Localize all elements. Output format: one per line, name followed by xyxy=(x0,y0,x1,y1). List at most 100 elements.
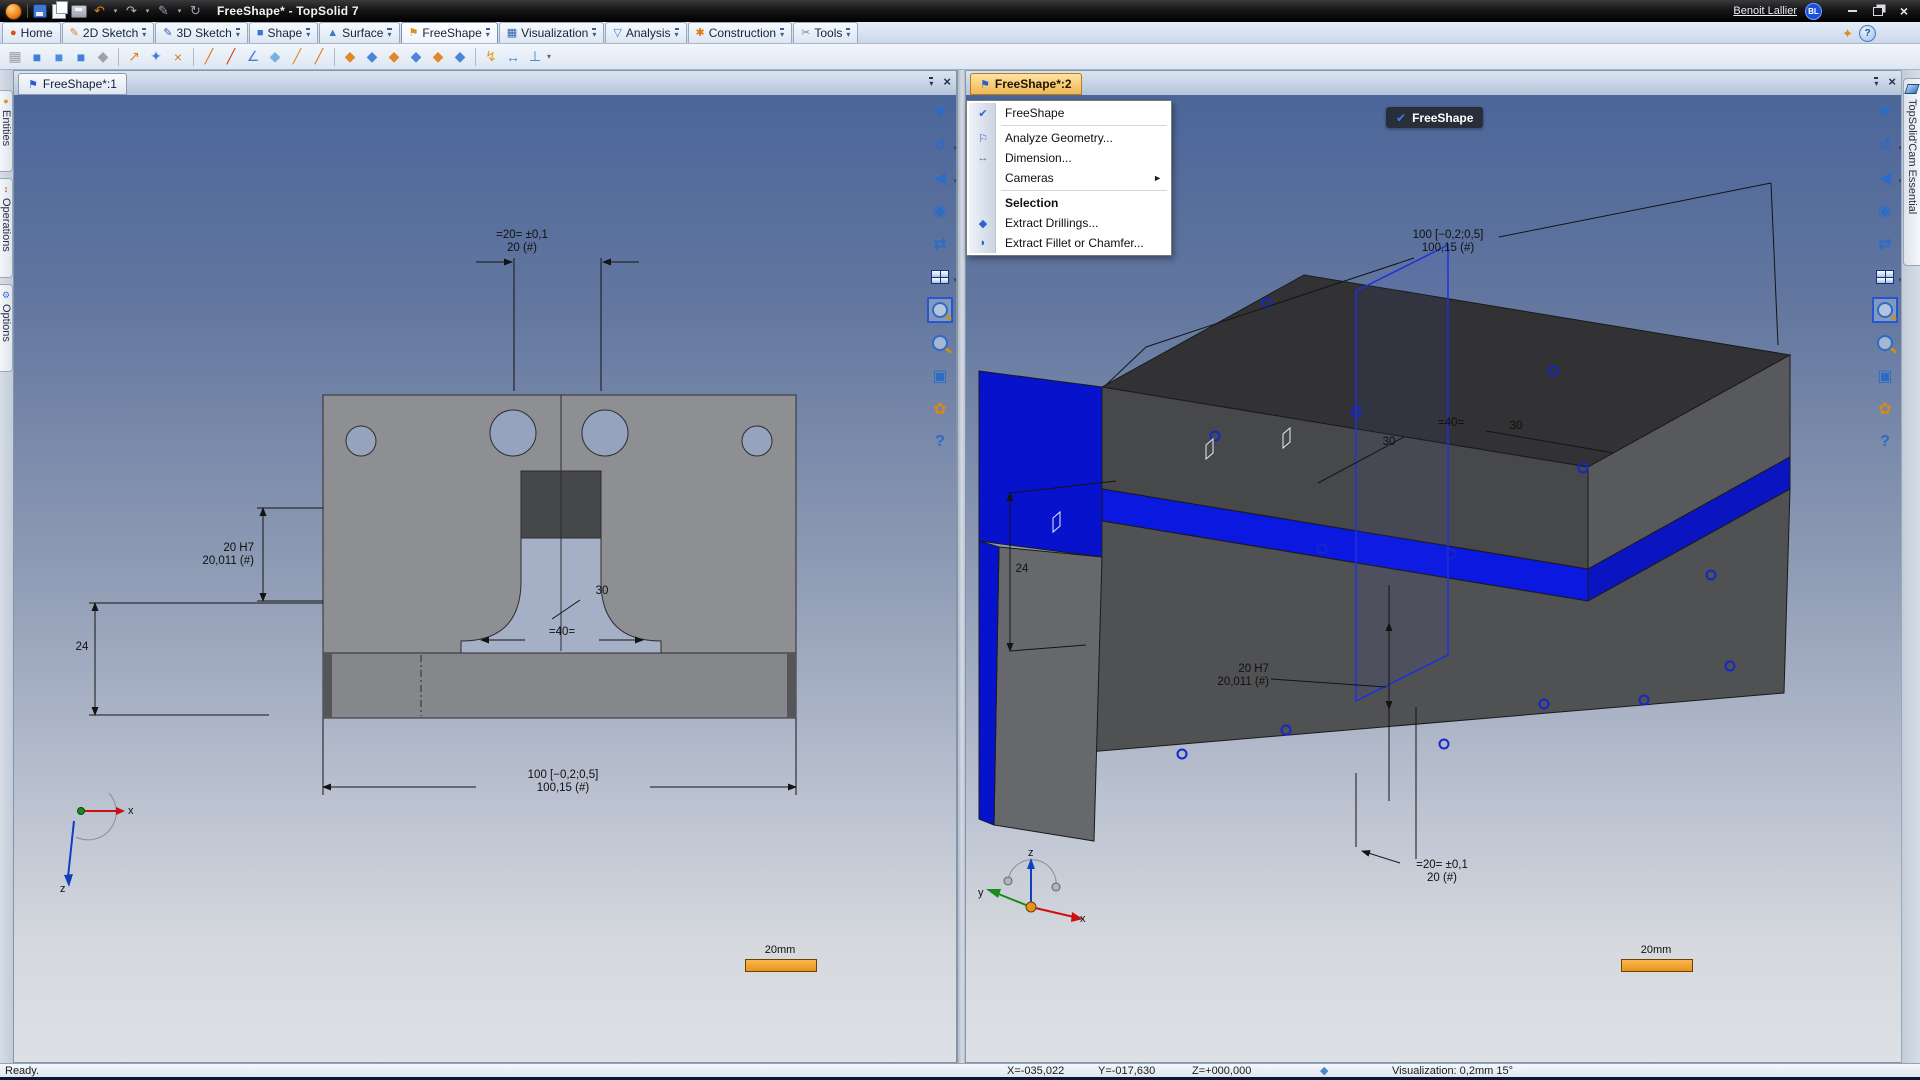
user-account-link[interactable]: Benoit Lallier xyxy=(1733,5,1797,17)
orbit-icon[interactable]: ↺ ▾ xyxy=(927,132,956,158)
pan-icon[interactable]: ✚ xyxy=(927,99,953,125)
render-style-icon[interactable]: ✿ xyxy=(1872,396,1898,422)
dropdown-icon[interactable]: ▾ xyxy=(953,144,956,152)
clip-box-icon[interactable]: ▣ xyxy=(1872,363,1898,389)
document-tab-freeshape-1[interactable]: ⚑ FreeShape*:1 xyxy=(18,73,127,95)
tab-3d-sketch[interactable]: ✎ 3D Sketch ▾ xyxy=(155,22,248,43)
dropdown-icon[interactable]: ▾ xyxy=(953,276,956,284)
plane-by-line-icon[interactable]: ◆ xyxy=(264,46,286,68)
orbit-icon[interactable]: ↺ ▾ xyxy=(1872,132,1901,158)
construction-line-icon[interactable]: ╱ xyxy=(308,46,330,68)
tab-2d-sketch[interactable]: ✎ 2D Sketch ▾ xyxy=(61,22,155,43)
revolve-shape-icon[interactable]: ■ xyxy=(48,46,70,68)
perpendicular-constraint-icon[interactable]: ⊥ xyxy=(524,46,546,68)
menu-item-extract-fillet-or-chamfer[interactable]: ◗ Extract Fillet or Chamfer... xyxy=(969,233,1169,253)
zoom-window-icon[interactable] xyxy=(927,297,953,323)
help-icon[interactable]: ? xyxy=(1872,429,1898,455)
remove-material-icon[interactable]: ◆ xyxy=(92,46,114,68)
print-icon[interactable] xyxy=(71,4,87,18)
tab-menu-chevron-icon[interactable]: ▾ xyxy=(235,28,240,39)
tab-menu-chevron-icon[interactable]: ▾ xyxy=(306,28,311,39)
plane-through-icon[interactable]: ◆ xyxy=(427,46,449,68)
document-tab-freeshape-2[interactable]: ⚑ FreeShape*:2 xyxy=(970,73,1082,95)
zoom-icon[interactable] xyxy=(927,330,953,356)
viewport-1-canvas[interactable]: =20= ±0,1 20 (#) 20 H7 20,011 (#) 24 30 =4… xyxy=(14,95,956,1062)
viewport-layout-icon[interactable]: ▾ xyxy=(927,264,956,290)
visualization-status[interactable]: Visualization: 0,2mm 15° xyxy=(1392,1065,1513,1077)
redo-menu-icon[interactable]: ▾ xyxy=(144,7,151,15)
shape-preview-icon[interactable]: ▦ xyxy=(4,46,26,68)
panel-tab-topsolid-cam[interactable]: TopSolid'Cam Essential xyxy=(1903,78,1920,266)
visualization-cube-icon[interactable]: ◆ xyxy=(1320,1064,1328,1077)
panel-tab-options[interactable]: ⚙ Options xyxy=(0,284,13,372)
clip-box-icon[interactable]: ▣ xyxy=(927,363,953,389)
line-icon[interactable]: ╱ xyxy=(198,46,220,68)
pen-icon[interactable]: ✎ xyxy=(156,3,171,19)
tab-visualization[interactable]: ▦ Visualization ▾ xyxy=(498,22,605,43)
tab-menu-chevron-icon[interactable]: ▾ xyxy=(485,28,490,39)
offset-line-icon[interactable]: ╱ xyxy=(286,46,308,68)
viewport-close-icon[interactable]: × xyxy=(1888,75,1896,88)
menu-item-dimension[interactable]: ↔ Dimension... xyxy=(969,148,1169,168)
viewport-close-icon[interactable]: × xyxy=(943,75,951,88)
panel-tab-operations[interactable]: ↕ Operations xyxy=(0,178,13,278)
topsolid-logo-icon[interactable] xyxy=(5,2,22,20)
render-style-icon[interactable]: ✿ xyxy=(927,396,953,422)
tab-menu-chevron-icon[interactable]: ▾ xyxy=(846,28,851,39)
loft-shape-icon[interactable]: ■ xyxy=(70,46,92,68)
menu-item-freeshape[interactable]: ✔ FreeShape xyxy=(969,103,1169,123)
menu-item-extract-drillings[interactable]: ◆ Extract Drillings... xyxy=(969,213,1169,233)
tab-freeshape[interactable]: ⚑ FreeShape ▾ xyxy=(400,22,498,43)
tab-menu-chevron-icon[interactable]: ▾ xyxy=(674,28,679,39)
view-direction-icon[interactable]: ◀ ▾ xyxy=(1872,165,1901,191)
point-icon[interactable]: ✦ xyxy=(145,46,167,68)
flip-view-icon[interactable]: ⇄ xyxy=(927,231,953,257)
assistant-icon[interactable]: ✦ xyxy=(1842,26,1853,42)
redo-icon[interactable]: ↷ xyxy=(124,3,139,19)
help-icon[interactable]: ? xyxy=(927,429,953,455)
flip-view-icon[interactable]: ⇄ xyxy=(1872,231,1898,257)
menu-item-cameras[interactable]: Cameras ► xyxy=(969,168,1169,188)
view-direction-icon[interactable]: ◀ ▾ xyxy=(927,165,956,191)
angle-line-icon[interactable]: ∠ xyxy=(242,46,264,68)
refresh-icon[interactable]: ↻ xyxy=(188,3,203,19)
pan-icon[interactable]: ✚ xyxy=(1872,99,1898,125)
toolbar-more-icon[interactable]: ▾ xyxy=(547,52,551,61)
intersection-icon[interactable]: × xyxy=(167,46,189,68)
tab-tools[interactable]: ✂ Tools ▾ xyxy=(793,22,859,43)
swept-plane-icon[interactable]: ◆ xyxy=(449,46,471,68)
distance-dimension-icon[interactable]: ↔ xyxy=(502,46,524,68)
inclined-plane-icon[interactable]: ◆ xyxy=(405,46,427,68)
undo-menu-icon[interactable]: ▾ xyxy=(112,7,119,15)
dropdown-icon[interactable]: ▾ xyxy=(953,177,956,185)
minimize-button[interactable] xyxy=(1844,4,1860,18)
panel-tab-entities[interactable]: ● Entities xyxy=(0,90,13,172)
tab-analysis[interactable]: ▽ Analysis ▾ xyxy=(605,22,687,43)
viewport-layout-icon[interactable]: ▾ xyxy=(1872,264,1901,290)
viewport-menu-icon[interactable]: ▾ xyxy=(1874,76,1879,87)
close-button[interactable]: × xyxy=(1896,3,1912,19)
tab-menu-chevron-icon[interactable]: ▾ xyxy=(387,28,392,39)
menu-item-analyze-geometry[interactable]: ⚐ Analyze Geometry... xyxy=(969,128,1169,148)
save-icon[interactable] xyxy=(33,4,47,18)
user-avatar[interactable]: BL xyxy=(1805,2,1822,20)
zoom-window-icon[interactable] xyxy=(1872,297,1898,323)
parallel-plane-icon[interactable]: ◆ xyxy=(383,46,405,68)
camera-icon[interactable]: ◉ xyxy=(1872,198,1898,224)
offset-plane-icon[interactable]: ◆ xyxy=(361,46,383,68)
tab-menu-chevron-icon[interactable]: ▾ xyxy=(592,28,597,39)
quick-dimension-icon[interactable]: ↯ xyxy=(480,46,502,68)
undo-icon[interactable]: ↶ xyxy=(92,3,107,19)
zoom-icon[interactable] xyxy=(1872,330,1898,356)
tab-shape[interactable]: ■ Shape ▾ xyxy=(248,22,319,43)
plane-icon[interactable]: ◆ xyxy=(339,46,361,68)
frame-icon[interactable]: ↗ xyxy=(123,46,145,68)
tab-home[interactable]: ● Home xyxy=(2,22,61,43)
axis-line-icon[interactable]: ╱ xyxy=(220,46,242,68)
copy-icon[interactable] xyxy=(52,0,68,19)
extrude-shape-icon[interactable]: ■ xyxy=(26,46,48,68)
tab-construction[interactable]: ✱ Construction ▾ xyxy=(687,22,793,43)
tab-surface[interactable]: ▲ Surface ▾ xyxy=(319,22,400,43)
restore-button[interactable] xyxy=(1870,4,1886,18)
tab-menu-chevron-icon[interactable]: ▾ xyxy=(142,28,147,39)
